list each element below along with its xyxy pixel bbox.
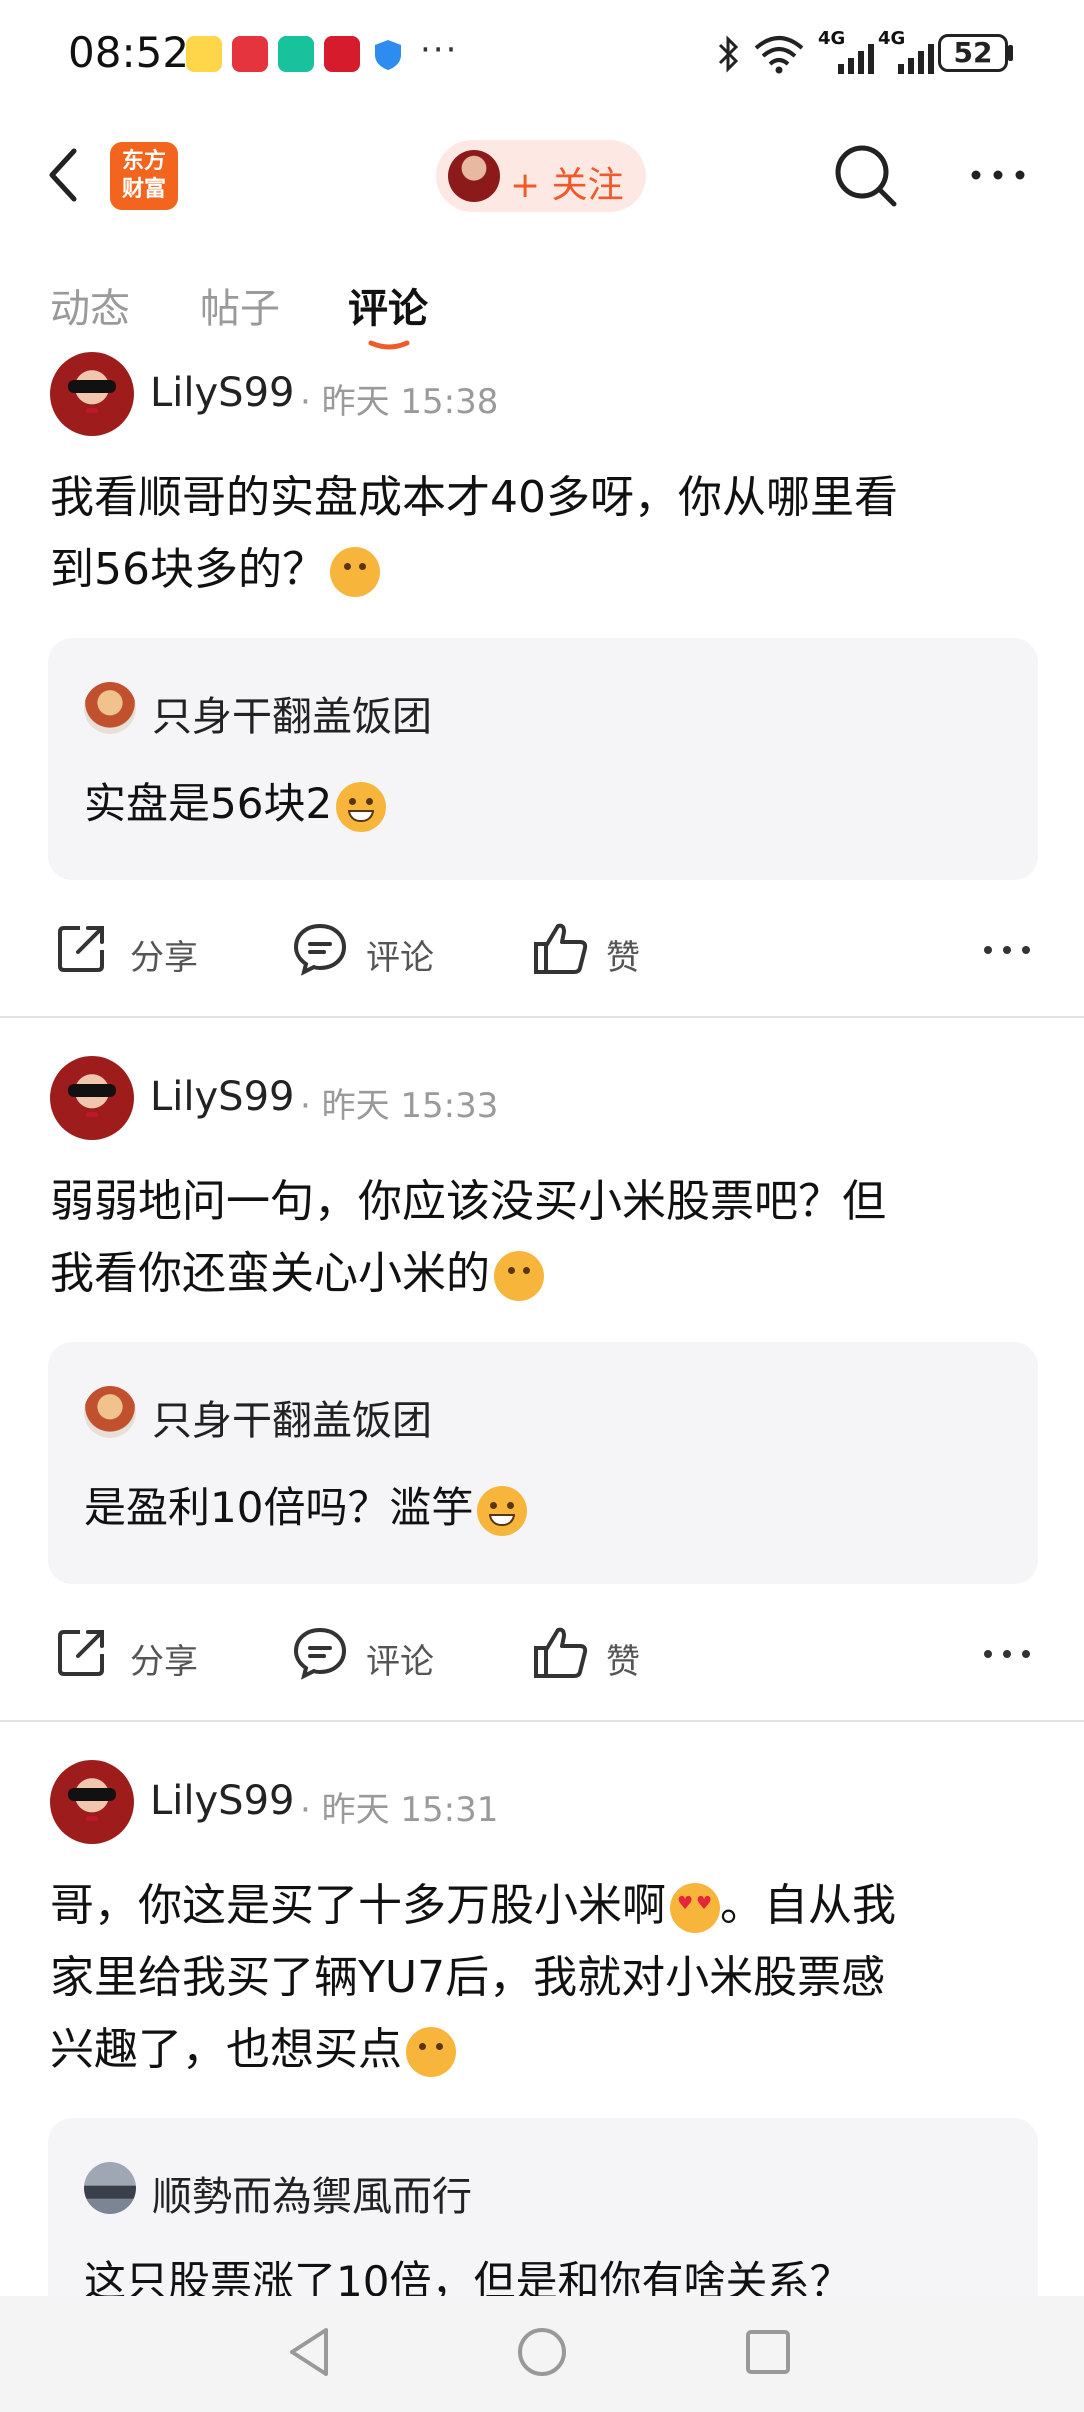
reply-text-content: 是盈利10倍吗？滥竽 — [84, 1483, 474, 1532]
bluetooth-icon — [718, 35, 739, 73]
comment-text[interactable]: 弱弱地问一句，你应该没买小米股票吧？但 我看你还蛮关心小米的 — [50, 1166, 1040, 1310]
tab-dynamics[interactable]: 动态 — [50, 276, 130, 334]
user-avatar[interactable] — [50, 1760, 134, 1844]
user-avatar[interactable] — [50, 352, 134, 436]
nav-back-icon[interactable] — [284, 2324, 334, 2380]
follow-label: + 关注 — [510, 165, 624, 206]
comment-button[interactable]: 评论 — [292, 920, 452, 980]
share-button[interactable]: 分享 — [54, 1624, 214, 1684]
eastmoney-logo: 东方 财富 — [110, 142, 178, 210]
notification-app-icon — [232, 36, 268, 72]
comment-line: 。自从我 — [720, 1880, 896, 1931]
reply-username[interactable]: 只身干翻盖饭团 — [152, 1388, 432, 1446]
news-app-icon — [324, 36, 360, 72]
reply-text: 是盈利10倍吗？滥竽 — [84, 1474, 528, 1536]
security-app-icon — [278, 36, 314, 72]
nav-home-icon[interactable] — [516, 2326, 568, 2378]
reply-text: 实盘是56块2 — [84, 770, 387, 832]
grin-emoji-icon — [477, 1485, 528, 1536]
post-more-icon[interactable] — [982, 1644, 1032, 1664]
post-more-icon[interactable] — [982, 940, 1032, 960]
reply-card[interactable] — [48, 638, 1038, 880]
battery-icon — [1008, 45, 1013, 61]
shield-icon — [375, 40, 401, 70]
reply-text-content: 实盘是56块2 — [84, 779, 333, 828]
comment-line: 弱弱地问一句，你应该没买小米股票吧？但 — [50, 1176, 886, 1227]
status-bar: 08:52 ··· 4G 4G 52 — [0, 0, 1084, 110]
comment-text[interactable]: 我看顺哥的实盘成本才40多呀，你从哪里看 到56块多的？ — [50, 462, 1040, 606]
reply-username[interactable]: 只身干翻盖饭团 — [152, 684, 432, 742]
thumbs-up-icon — [534, 923, 588, 974]
post-time: · 昨天 15:33 — [300, 1086, 499, 1126]
reply-user-avatar — [84, 682, 136, 734]
like-label: 赞 — [606, 938, 640, 978]
tab-posts[interactable]: 帖子 — [200, 276, 280, 334]
more-notifications-icon: ··· — [420, 30, 459, 70]
signal-strength-icon — [838, 44, 874, 74]
post-time: · 昨天 15:38 — [300, 382, 499, 422]
share-icon — [58, 926, 104, 972]
wifi-icon — [754, 36, 804, 74]
comment-label: 评论 — [366, 1642, 434, 1682]
system-navigation-bar — [0, 2296, 1084, 2412]
back-button[interactable] — [40, 145, 90, 205]
heart-eyes-emoji-icon: ♥ ♥ — [670, 1883, 720, 1933]
shocked-emoji-icon — [330, 547, 380, 597]
username[interactable]: LilyS99 — [150, 370, 294, 416]
reply-username[interactable]: 顺勢而為禦風而行 — [152, 2164, 472, 2222]
logo-line-1: 东方 — [121, 149, 166, 174]
share-label: 分享 — [130, 1642, 198, 1682]
comment-line: 我看顺哥的实盘成本才40多呀，你从哪里看 — [50, 472, 898, 523]
battery-level: 52 — [938, 34, 1008, 72]
blush-emoji-icon — [406, 2027, 456, 2077]
comment-line: 家里给我买了辆YU7后，我就对小米股票感 — [50, 1952, 886, 2003]
giggle-emoji-icon — [494, 1251, 544, 1301]
comment-text[interactable]: 哥，你这是买了十多万股小米啊 ♥ ♥ 。自从我 家里给我买了辆YU7后，我就对小米股票… — [50, 1870, 1040, 2086]
reply-user-avatar — [84, 2162, 136, 2214]
username[interactable]: LilyS99 — [150, 1778, 294, 1824]
reply-card[interactable] — [48, 1342, 1038, 1584]
post-divider — [0, 1016, 1084, 1018]
follow-user-avatar — [448, 150, 500, 202]
post-time: · 昨天 15:31 — [300, 1790, 499, 1830]
thumbs-up-icon — [534, 1627, 588, 1678]
share-icon — [58, 1630, 104, 1676]
like-button[interactable]: 赞 — [532, 1624, 672, 1684]
grin-emoji-icon — [336, 781, 387, 832]
comment-line: 哥，你这是买了十多万股小米啊 — [50, 1880, 666, 1931]
post-divider — [0, 1720, 1084, 1722]
comment-icon — [293, 923, 347, 976]
comment-button[interactable]: 评论 — [292, 1624, 452, 1684]
username[interactable]: LilyS99 — [150, 1074, 294, 1120]
comment-line: 我看你还蛮关心小米的 — [50, 1248, 490, 1299]
comment-line: 到56块多的？ — [50, 544, 326, 595]
share-button[interactable]: 分享 — [54, 920, 214, 980]
logo-line-2: 财富 — [121, 177, 166, 202]
weibo-app-icon — [186, 36, 222, 72]
comment-line: 兴趣了，也想买点 — [50, 2024, 402, 2075]
share-label: 分享 — [130, 938, 198, 978]
active-tab-indicator — [368, 340, 410, 350]
search-icon[interactable] — [830, 140, 902, 212]
status-time: 08:52 — [68, 28, 190, 77]
more-options-icon[interactable] — [968, 150, 1028, 200]
comment-label: 评论 — [366, 938, 434, 978]
nav-recents-icon[interactable] — [744, 2328, 792, 2376]
signal-strength-icon-2 — [898, 44, 934, 74]
tab-comments[interactable]: 评论 — [348, 276, 428, 334]
user-avatar[interactable] — [50, 1056, 134, 1140]
reply-user-avatar — [84, 1386, 136, 1438]
like-label: 赞 — [606, 1642, 640, 1682]
comment-icon — [293, 1627, 347, 1680]
like-button[interactable]: 赞 — [532, 920, 672, 980]
